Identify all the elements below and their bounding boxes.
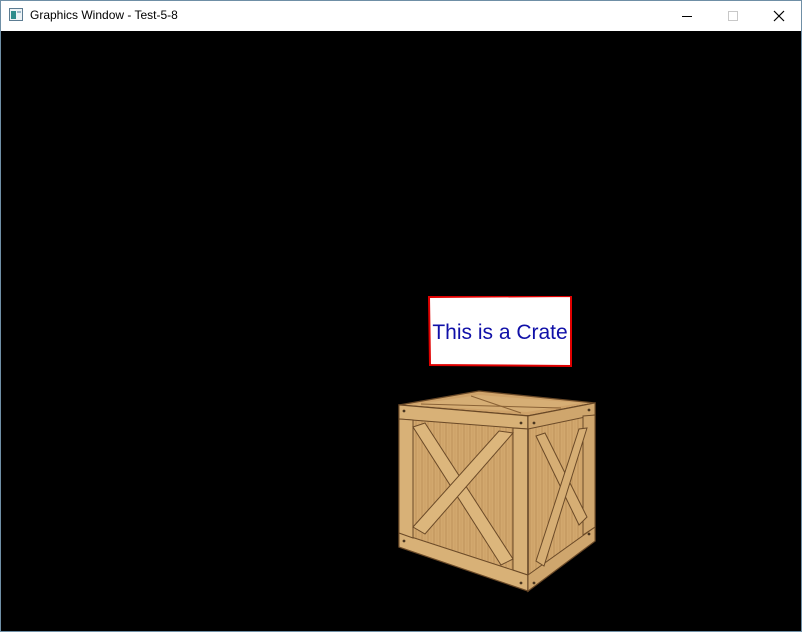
minimize-button[interactable] (664, 1, 710, 31)
minimize-icon (682, 16, 692, 17)
crate-model (398, 390, 596, 593)
close-button[interactable] (756, 1, 801, 31)
maximize-button[interactable] (710, 1, 756, 31)
app-window-icon (9, 8, 23, 21)
title-bar[interactable]: Graphics Window - Test-5-8 (1, 1, 801, 31)
window-title: Graphics Window - Test-5-8 (30, 8, 178, 22)
maximize-icon (728, 11, 738, 21)
graphics-window: Graphics Window - Test-5-8 This is a Cra… (0, 0, 802, 632)
render-viewport[interactable]: This is a Crate (1, 31, 801, 631)
close-icon (773, 10, 785, 22)
